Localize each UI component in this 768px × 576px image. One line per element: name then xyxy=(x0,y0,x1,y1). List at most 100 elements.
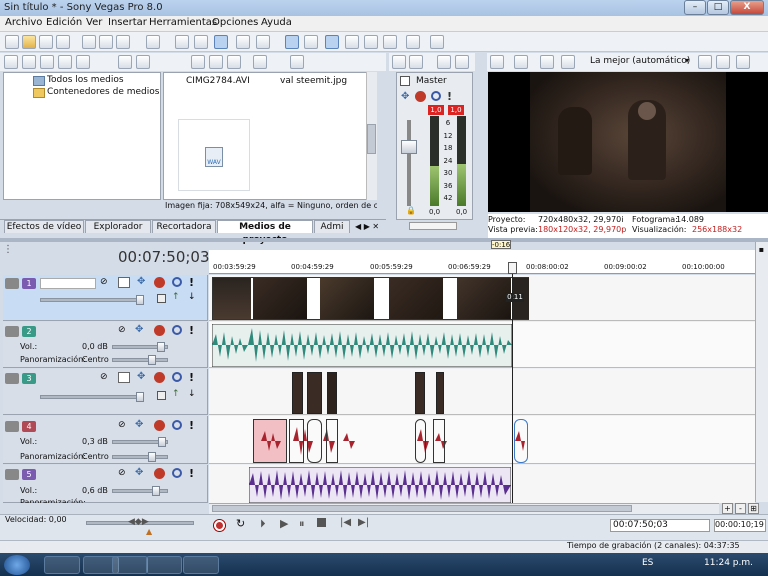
scrollbar-thumb[interactable] xyxy=(367,124,376,154)
normal-edit-tool-icon[interactable] xyxy=(325,35,339,49)
menu-opciones[interactable]: Opciones xyxy=(212,17,258,28)
external-monitor-icon[interactable] xyxy=(514,55,528,69)
video-clip[interactable] xyxy=(292,372,303,414)
audio-clip[interactable] xyxy=(289,419,304,463)
capture-icon[interactable] xyxy=(22,55,36,69)
clock[interactable]: 11:24 p.m. xyxy=(704,558,753,568)
ripple-icon[interactable] xyxy=(256,35,270,49)
pan-icon[interactable]: ✥ xyxy=(401,92,411,102)
solo-icon[interactable]: ! xyxy=(447,90,452,103)
invert-phase-icon[interactable]: ⊘ xyxy=(118,468,126,478)
stop-preview-icon[interactable] xyxy=(209,55,223,69)
undo-icon[interactable] xyxy=(146,35,160,49)
preview-properties-icon[interactable] xyxy=(490,55,504,69)
lane-3[interactable] xyxy=(209,369,755,415)
track-name-field[interactable] xyxy=(40,278,96,289)
track-minimize[interactable] xyxy=(5,278,19,289)
track-fx-icon[interactable] xyxy=(154,277,165,288)
envelope-tool-icon[interactable] xyxy=(345,35,359,49)
snap-icon[interactable] xyxy=(214,35,228,49)
peak-right[interactable]: 1,0 xyxy=(448,105,464,115)
track-motion-icon[interactable] xyxy=(118,372,130,383)
fader-lock-icon[interactable]: 🔒 xyxy=(406,206,416,215)
paste-icon[interactable] xyxy=(116,35,130,49)
solo-icon[interactable]: ! xyxy=(189,371,194,384)
dim-icon[interactable] xyxy=(437,55,451,69)
invert-phase-icon[interactable]: ⊘ xyxy=(118,420,126,430)
track-fx-icon[interactable] xyxy=(154,372,165,383)
track-fx-icon[interactable] xyxy=(154,420,165,431)
menu-edicion[interactable]: Edición xyxy=(46,17,82,28)
new-icon[interactable] xyxy=(5,35,19,49)
taskbar-vegas-icon[interactable] xyxy=(146,556,182,574)
mute-icon[interactable] xyxy=(172,277,182,287)
speed-slider-handle[interactable]: ◀◆▶ xyxy=(128,517,149,527)
redo-icon[interactable] xyxy=(175,35,189,49)
volume-slider-knob[interactable] xyxy=(157,342,165,352)
open-icon[interactable] xyxy=(22,35,36,49)
loop-button[interactable]: ↻ xyxy=(236,517,245,530)
solo-icon[interactable]: ! xyxy=(189,324,194,337)
media-fx-icon[interactable] xyxy=(76,55,90,69)
master-fader[interactable] xyxy=(401,140,417,154)
tree-item-media-bins[interactable]: Contenedores de medios xyxy=(47,87,159,97)
zoom-in-button[interactable]: + xyxy=(722,503,733,514)
play-from-start-button[interactable]: ⏵ xyxy=(260,517,266,531)
track-motion-icon[interactable] xyxy=(118,277,130,288)
end-time-field[interactable]: 00:00:10;19 xyxy=(714,519,766,532)
views-icon[interactable] xyxy=(253,55,267,69)
menu-archivo[interactable]: Archivo xyxy=(5,17,42,28)
play-preview-icon[interactable] xyxy=(191,55,205,69)
menu-herramientas[interactable]: Herramientas xyxy=(149,17,217,28)
audio-clip[interactable] xyxy=(326,419,338,463)
video-clip[interactable] xyxy=(436,372,444,414)
file-item[interactable]: CIMG2784.AVI xyxy=(186,76,250,86)
motion-blur-icon[interactable]: ⊘ xyxy=(100,277,108,287)
mute-icon[interactable] xyxy=(172,325,182,335)
track-list-menu-icon[interactable]: ▪ xyxy=(756,245,767,254)
audio-clip[interactable] xyxy=(433,419,445,463)
tab-trimmer[interactable]: Recortadora xyxy=(152,220,216,233)
copy-snapshot-icon[interactable] xyxy=(698,55,712,69)
mute-icon[interactable] xyxy=(172,468,182,478)
pan-slider[interactable] xyxy=(112,358,168,362)
overlays-icon[interactable] xyxy=(561,55,575,69)
playhead-cursor[interactable] xyxy=(512,262,513,503)
stereo-icon[interactable] xyxy=(455,55,469,69)
track-minimize[interactable] xyxy=(5,421,19,432)
compositing-icon[interactable]: ✥ xyxy=(137,276,145,287)
taskbar-explorer-icon[interactable] xyxy=(44,556,80,574)
zoom-out-button[interactable]: - xyxy=(735,503,746,514)
split-screen-icon[interactable] xyxy=(540,55,554,69)
record-button[interactable] xyxy=(214,520,225,531)
mute-icon[interactable] xyxy=(172,372,182,382)
tab-admin[interactable]: Admi xyxy=(314,220,350,233)
prev-frame-button[interactable]: |◀ xyxy=(340,517,351,528)
search-icon[interactable] xyxy=(290,55,304,69)
scrollbar-thumb[interactable] xyxy=(212,505,632,512)
selection-tool-icon[interactable] xyxy=(364,35,378,49)
pan-icon[interactable]: ✥ xyxy=(135,324,143,335)
menu-ver[interactable]: Ver xyxy=(86,17,102,28)
master-scrollbar[interactable] xyxy=(409,222,457,230)
audio-clip[interactable] xyxy=(249,467,511,503)
tab-scroll-arrows[interactable]: ◀ ▶ ✕ xyxy=(355,222,379,231)
solo-icon[interactable]: ! xyxy=(189,419,194,432)
pan-slider-knob[interactable] xyxy=(148,355,156,365)
properties-icon[interactable] xyxy=(56,35,70,49)
track-fx-icon[interactable] xyxy=(154,325,165,336)
zoom-fit-button[interactable]: ⊞ xyxy=(748,503,759,514)
menu-ayuda[interactable]: Ayuda xyxy=(261,17,292,28)
scopes-icon[interactable] xyxy=(736,55,750,69)
taskbar-video-icon[interactable] xyxy=(183,556,219,574)
save-icon[interactable] xyxy=(39,35,53,49)
marker-flag[interactable]: -0:16 xyxy=(491,240,511,249)
volume-slider-knob[interactable] xyxy=(158,437,166,447)
maximize-button[interactable]: □ xyxy=(707,0,729,15)
video-clip[interactable] xyxy=(415,372,425,414)
tab-video-effects[interactable]: Efectos de vídeo xyxy=(4,220,84,233)
pause-button[interactable]: ⏸ xyxy=(299,517,305,531)
auto-crossfade-icon[interactable] xyxy=(236,35,250,49)
zoom-tool-icon[interactable] xyxy=(383,35,397,49)
minimize-button[interactable]: – xyxy=(684,0,706,15)
